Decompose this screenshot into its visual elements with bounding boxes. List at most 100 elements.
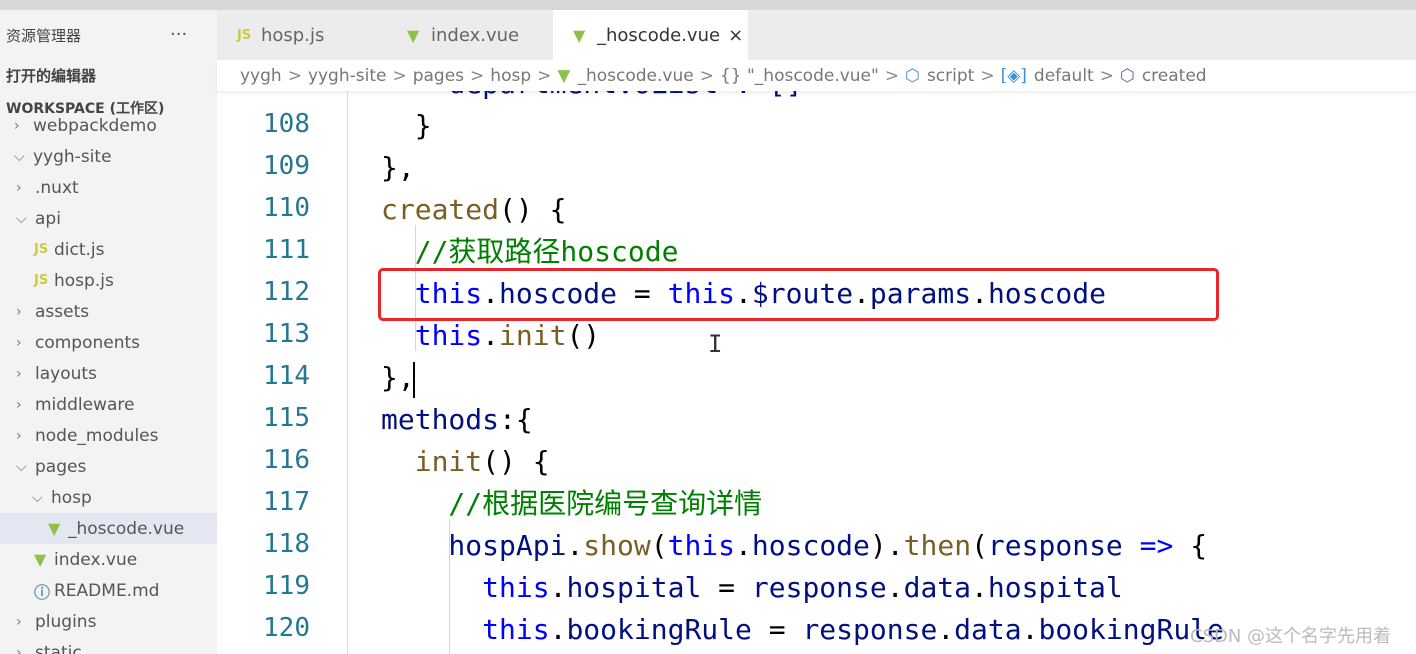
breadcrumb-item[interactable]: pages [413,66,464,86]
tab-hospjs[interactable]: JS hosp.js [217,10,387,60]
code-line: //根据医院编号查询详情 [381,483,762,525]
tab-label: index.vue [431,24,520,46]
chevron-down-icon[interactable]: ⌵ [16,459,30,475]
tree-item[interactable]: ⌵ api [0,203,217,234]
chevron-right-icon[interactable]: › [16,645,30,654]
code-token: . [735,529,752,562]
code-token: hospital [987,571,1123,604]
tree-item[interactable]: ▼ index.vue [0,544,217,575]
chevron-right-icon: > [392,65,407,86]
breadcrumb-item[interactable]: script [927,66,974,86]
tree-item[interactable]: › middleware [0,389,217,420]
tree-item[interactable]: ⌵ hosp [0,482,217,513]
code-token: then [903,529,972,562]
tree-item[interactable]: › .nuxt [0,172,217,203]
code-token: ). [869,529,904,562]
tab-hoscodevue[interactable]: ▼ _hoscode.vue × [553,10,748,60]
tree-item[interactable]: JS hosp.js [0,265,217,296]
open-editors-header[interactable]: 打开的编辑器 [6,65,96,86]
chevron-right-icon: > [980,65,995,86]
tree-item-label: middleware [35,394,135,415]
code-token: hoscode [751,529,870,562]
breadcrumb-item[interactable]: hosp [490,66,531,86]
tree-item[interactable]: › components [0,327,217,358]
chevron-right-icon[interactable]: › [16,304,30,320]
tab-indexvue[interactable]: ▼ index.vue [387,10,553,60]
code-token: response [802,613,938,646]
code-token: response [987,529,1123,562]
breadcrumb-item[interactable]: default [1034,66,1094,86]
breadcrumb-item[interactable]: _hoscode.vue [577,66,693,86]
highlight-box [378,268,1219,321]
code-token: = [751,613,803,646]
chevron-right-icon[interactable]: › [16,366,30,382]
tree-item[interactable]: › plugins [0,606,217,637]
breadcrumb-item[interactable]: created [1142,66,1207,86]
tree-item[interactable]: ⌵ pages [0,451,217,482]
code-line: }, [381,357,415,399]
tree-item[interactable]: › static [0,637,217,654]
code-line: }, [381,147,415,189]
tree-item-label: assets [35,301,90,322]
code-token: hospApi [381,529,567,562]
tree-item-label: plugins [35,611,97,632]
vue-file-icon: ▼ [48,519,61,538]
chevron-right-icon[interactable]: › [16,428,30,444]
code-token: . [549,613,567,646]
tree-item[interactable]: JS dict.js [0,234,217,265]
code-token: ( [650,529,668,562]
code-line: methods:{ [381,399,533,441]
code-token: init [499,319,567,352]
vue-file-icon: ▼ [407,25,420,45]
tree-item[interactable]: ⌵ yygh-site [0,141,217,172]
code-editor[interactable]: 107 departmentVoList : [] 108 } 109}, 110 cr… [217,91,1416,654]
vue-file-icon: ▼ [34,550,47,569]
code-token: () { [482,445,550,478]
chevron-down-icon[interactable]: ⌵ [16,211,30,227]
tree-item[interactable]: › node_modules [0,420,217,451]
chevron-right-icon[interactable]: › [16,180,30,196]
code-token: { [1173,529,1208,562]
line-number: 115 [263,403,310,433]
tree-item-label: _hoscode.vue [68,518,185,539]
breadcrumb-item[interactable]: yygh [240,66,282,86]
symbol-module-icon: ⬡ [905,65,920,86]
breadcrumb-item[interactable]: {} "_hoscode.vue" [720,66,879,86]
line-number: 116 [263,445,310,475]
code-line: this.init() [381,315,600,357]
tree-item[interactable]: › layouts [0,358,217,389]
explorer-title: 资源管理器 [6,27,82,45]
line-number: 113 [263,319,310,349]
chevron-right-icon: > [287,65,302,86]
code-line: hospApi.show(this.hoscode).then(response… [381,525,1207,567]
chevron-down-icon[interactable]: ⌵ [14,149,28,165]
line-number: 109 [263,151,310,181]
chevron-right-icon[interactable]: › [16,397,30,413]
code-token: . [566,529,584,562]
tab-label: hosp.js [261,24,325,46]
breadcrumb-item[interactable]: yygh-site [308,66,387,86]
close-icon[interactable]: × [728,25,743,46]
code-token: :{ [499,403,533,436]
chevron-right-icon[interactable]: › [16,614,30,630]
code-line: } [381,105,432,147]
code-token: } [381,109,432,142]
tree-item[interactable]: ▼ _hoscode.vue [0,513,217,544]
chevron-right-icon[interactable]: › [16,335,30,351]
code-token: response [751,571,887,604]
tree-item-label: webpackdemo [33,115,157,136]
tree-item-label: yygh-site [33,146,112,167]
chevron-right-icon[interactable]: › [14,118,28,134]
code-token: this [381,319,483,352]
more-actions-button[interactable]: ··· [170,24,187,45]
chevron-down-icon[interactable]: ⌵ [32,490,46,506]
code-token: show [583,529,651,562]
text-cursor [413,362,415,398]
line-number: 110 [263,193,310,223]
chevron-right-icon: > [1099,65,1114,86]
breadcrumb: yygh > yygh-site > pages > hosp > ▼ _hoscode.vue >… [217,60,1416,91]
tree-item[interactable]: › assets [0,296,217,327]
tab-label: _hoscode.vue [597,24,721,46]
tree-item[interactable]: ⓘ README.md [0,575,217,606]
tree-item[interactable]: › webpackdemo [0,110,217,141]
